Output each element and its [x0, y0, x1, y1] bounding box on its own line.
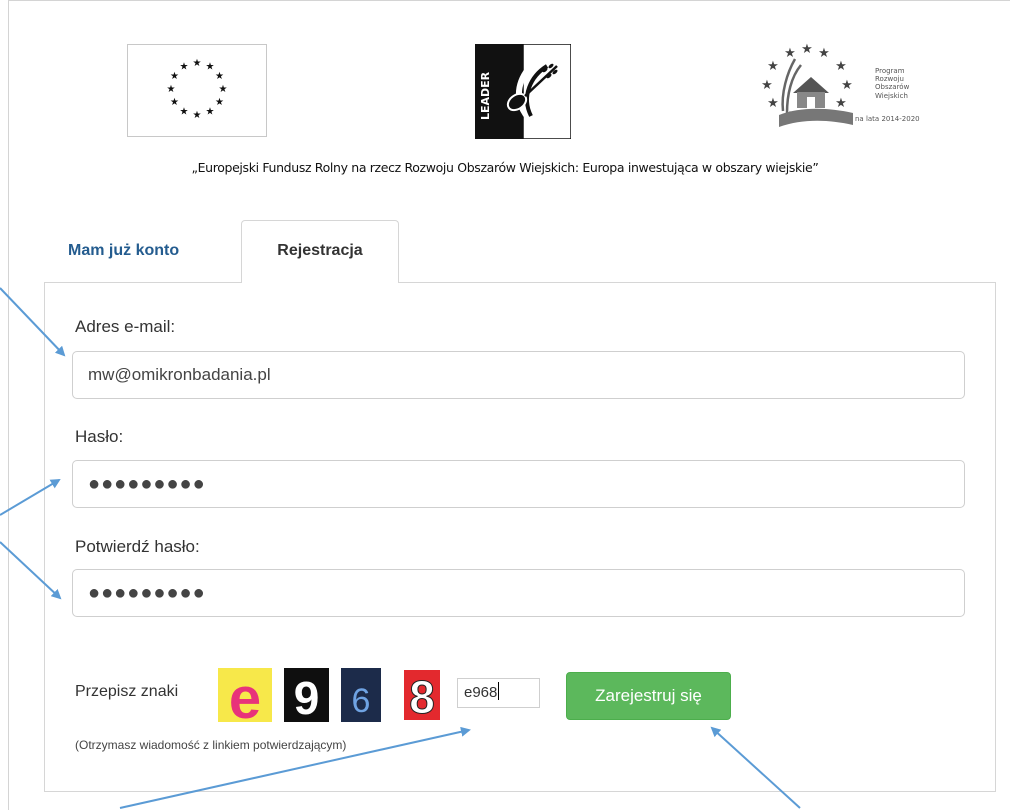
confirm-password-field[interactable]: ●●●●●●●●● — [72, 569, 965, 617]
confirm-password-label: Potwierdź hasło: — [75, 537, 200, 556]
captcha-label: Przepisz znaki — [75, 683, 179, 700]
svg-text:★: ★ — [170, 97, 179, 108]
prow-line: Obszarów — [875, 83, 910, 92]
captcha-char-image: 6 — [341, 668, 381, 722]
email-label: Adres e-mail: — [75, 317, 176, 336]
svg-text:★: ★ — [219, 84, 228, 95]
svg-text:★: ★ — [206, 62, 215, 73]
svg-text:★: ★ — [215, 97, 224, 108]
text-cursor — [498, 682, 500, 700]
captcha-input-value: e968 — [464, 684, 498, 701]
prow-line: Program — [875, 67, 905, 75]
svg-text:★: ★ — [180, 107, 189, 118]
prow-line: Rozwoju — [875, 75, 904, 84]
funding-tagline: „Europejski Fundusz Rolny na rzecz Rozwo… — [191, 160, 819, 175]
eu-flag-logo: ★ ★ ★ ★ ★ ★ ★ ★ ★ ★ ★ ★ — [127, 44, 267, 137]
svg-text:★: ★ — [215, 71, 224, 82]
email-field[interactable]: mw@omikronbadania.pl — [72, 351, 965, 399]
svg-text:★: ★ — [835, 59, 847, 74]
confirmation-hint: (Otrzymasz wiadomość z linkiem potwierdz… — [75, 738, 347, 752]
captcha-char-image: e — [218, 668, 272, 722]
eu-stars-icon: ★ ★ ★ ★ ★ ★ ★ ★ ★ ★ ★ ★ — [167, 58, 228, 121]
prow-logo-icon: ★★★ ★★ ★★ ★★ ★ — [761, 42, 853, 127]
prow-logo-text: Program Rozwoju Obszarów Wiejskich — [875, 67, 909, 100]
captcha-char-image: 9 — [284, 668, 329, 722]
svg-text:LEADER: LEADER — [479, 71, 492, 120]
captcha-char: 6 — [352, 682, 371, 720]
svg-text:★: ★ — [180, 62, 189, 73]
svg-text:★: ★ — [170, 71, 179, 82]
tab-login[interactable]: Mam już konto — [68, 242, 179, 260]
leader-logo: LEADER — [475, 43, 572, 140]
captcha-char-image: 8 — [400, 668, 444, 722]
register-button[interactable]: Zarejestruj się — [566, 672, 731, 720]
svg-text:★: ★ — [193, 58, 202, 69]
svg-text:★: ★ — [767, 59, 779, 74]
svg-text:★: ★ — [167, 84, 176, 95]
password-label: Hasło: — [75, 427, 124, 446]
svg-text:★: ★ — [835, 96, 847, 111]
svg-text:★: ★ — [193, 110, 202, 121]
svg-text:★: ★ — [818, 46, 830, 61]
svg-text:★: ★ — [206, 107, 215, 118]
svg-text:★: ★ — [801, 43, 813, 57]
password-field[interactable]: ●●●●●●●●● — [72, 460, 965, 508]
prow-logo-subtitle: na lata 2014-2020 — [855, 115, 920, 123]
svg-text:★: ★ — [767, 96, 779, 111]
prow-logo: ★★★ ★★ ★★ ★★ ★ Program Rozwoju Obszarów … — [757, 42, 932, 138]
svg-text:★: ★ — [761, 78, 773, 93]
captcha-char: 8 — [409, 671, 435, 722]
tab-register[interactable]: Rejestracja — [241, 220, 399, 283]
svg-text:★: ★ — [841, 78, 853, 93]
captcha-char: 9 — [294, 672, 320, 722]
captcha-input[interactable]: e968 — [457, 678, 540, 708]
captcha-char: e — [229, 668, 261, 722]
prow-line: Wiejskich — [875, 91, 908, 100]
leader-logo-icon: LEADER — [475, 43, 572, 140]
